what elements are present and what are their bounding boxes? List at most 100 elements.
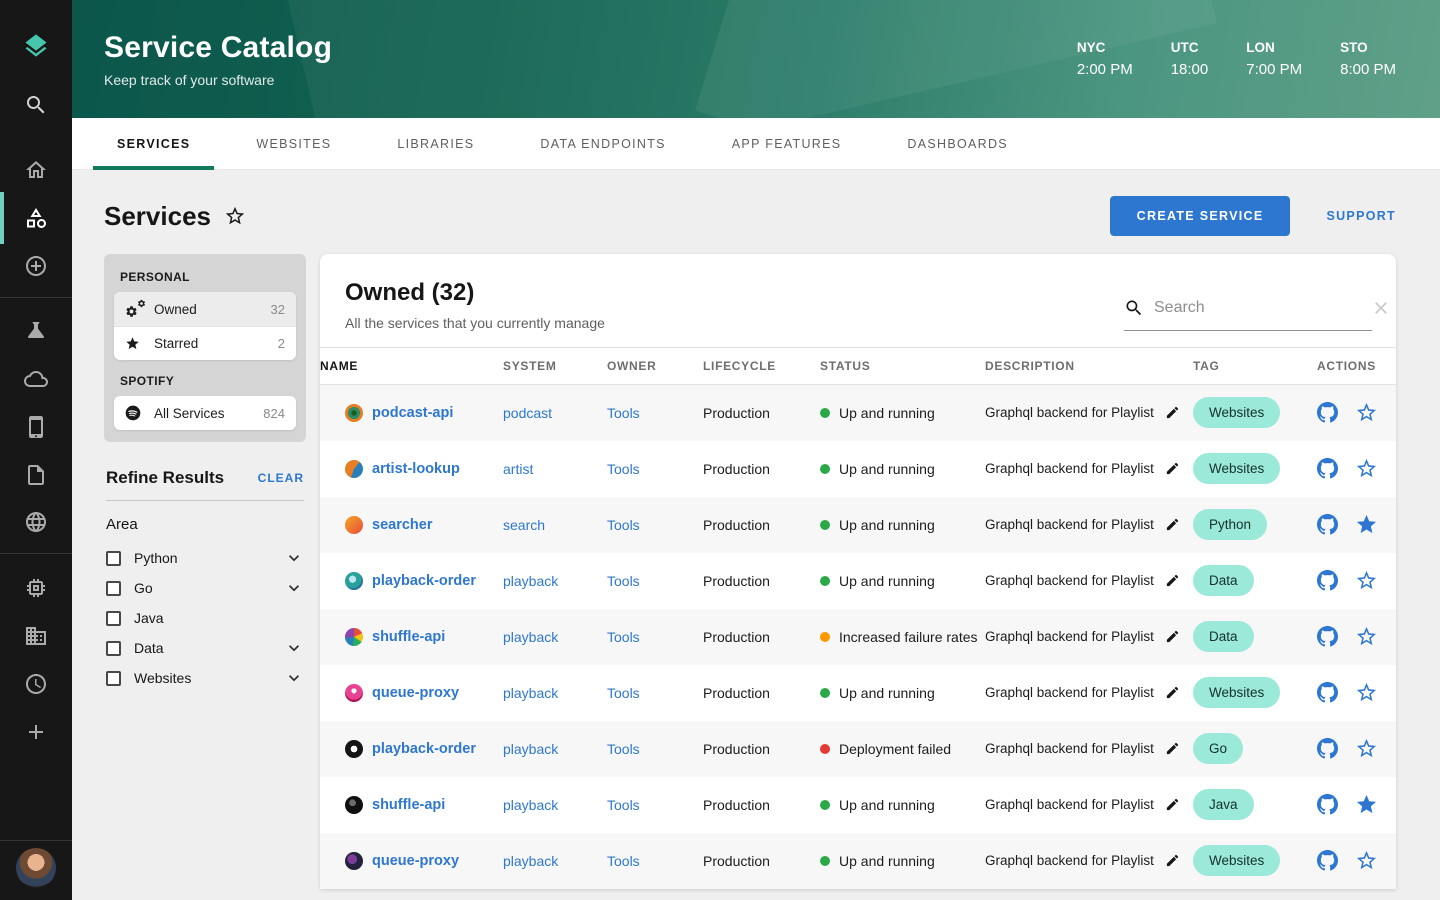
cloud-icon[interactable] [24,367,48,391]
checkbox[interactable] [106,610,121,626]
star-outline-icon[interactable] [1355,569,1378,592]
github-icon[interactable] [1317,850,1338,871]
github-icon[interactable] [1317,570,1338,591]
filter-starred[interactable]: Starred 2 [114,326,296,360]
catalog-icon[interactable] [24,206,48,230]
document-icon[interactable] [24,463,48,487]
edit-description-icon[interactable] [1165,461,1180,476]
star-outline-icon[interactable] [1355,737,1378,760]
building-icon[interactable] [24,624,48,648]
refine-results-title: Refine Results [106,468,225,487]
service-name-link[interactable]: playback-order [372,741,476,757]
service-avatar [345,515,363,534]
service-name-link[interactable]: podcast-api [372,405,453,421]
edit-description-icon[interactable] [1165,517,1180,532]
service-name-link[interactable]: shuffle-api [372,629,445,645]
area-option: Java [106,603,304,633]
globe-icon[interactable] [24,510,48,534]
tab[interactable]: DASHBOARDS [883,118,1032,170]
system-link[interactable]: playback [503,853,558,869]
tab[interactable]: APP FEATURES [708,118,866,170]
lifecycle-value: Production [703,796,770,813]
system-link[interactable]: playback [503,741,558,757]
owner-link[interactable]: Tools [607,629,640,645]
edit-description-icon[interactable] [1165,797,1180,812]
service-name-link[interactable]: playback-order [372,573,476,589]
chevron-down-icon[interactable] [284,668,304,688]
tab[interactable]: WEBSITES [232,118,355,170]
service-name-link[interactable]: shuffle-api [372,797,445,813]
system-link[interactable]: playback [503,797,558,813]
service-name-link[interactable]: searcher [372,517,432,533]
flask-icon[interactable] [24,318,48,342]
owner-link[interactable]: Tools [607,853,640,869]
favorite-page-star-icon[interactable] [224,205,246,227]
edit-description-icon[interactable] [1165,741,1180,756]
system-link[interactable]: podcast [503,405,552,421]
service-name-link[interactable]: queue-proxy [372,853,459,869]
github-icon[interactable] [1317,738,1338,759]
plus-icon[interactable] [24,720,48,744]
star-filled-icon[interactable] [1355,793,1378,816]
system-link[interactable]: playback [503,573,558,589]
create-service-button[interactable]: CREATE SERVICE [1109,196,1291,236]
search-input[interactable] [1154,298,1361,317]
checkbox[interactable] [106,640,121,656]
edit-description-icon[interactable] [1165,685,1180,700]
column-header: TAG [1193,347,1317,385]
star-outline-icon[interactable] [1355,401,1378,424]
owner-link[interactable]: Tools [607,461,640,477]
star-outline-icon[interactable] [1355,457,1378,480]
chevron-down-icon[interactable] [284,548,304,568]
tab[interactable]: SERVICES [93,118,215,170]
owner-link[interactable]: Tools [607,405,640,421]
chevron-down-icon[interactable] [284,578,304,598]
system-link[interactable]: playback [503,685,558,701]
user-avatar[interactable] [16,848,56,888]
filter-all-services[interactable]: All Services 824 [114,396,296,430]
search-icon[interactable] [24,93,48,117]
star-filled-icon[interactable] [1355,513,1378,536]
checkbox[interactable] [106,670,121,686]
github-icon[interactable] [1317,514,1338,535]
edit-description-icon[interactable] [1165,629,1180,644]
system-link[interactable]: playback [503,629,558,645]
clear-search-icon[interactable] [1371,298,1391,318]
star-outline-icon[interactable] [1355,681,1378,704]
chip-icon[interactable] [24,576,48,600]
star-outline-icon[interactable] [1355,625,1378,648]
system-link[interactable]: search [503,517,545,533]
edit-description-icon[interactable] [1165,853,1180,868]
service-avatar [345,459,363,478]
github-icon[interactable] [1317,458,1338,479]
filter-owned[interactable]: Owned 32 [114,292,296,326]
checkbox[interactable] [106,550,121,566]
owner-link[interactable]: Tools [607,573,640,589]
home-icon[interactable] [24,158,48,182]
github-icon[interactable] [1317,682,1338,703]
owner-link[interactable]: Tools [607,741,640,757]
github-icon[interactable] [1317,402,1338,423]
tab[interactable]: LIBRARIES [373,118,498,170]
github-icon[interactable] [1317,626,1338,647]
owner-link[interactable]: Tools [607,517,640,533]
service-name-link[interactable]: queue-proxy [372,685,459,701]
clear-filters-link[interactable]: CLEAR [258,471,304,485]
backstage-logo-icon[interactable] [22,32,50,60]
edit-description-icon[interactable] [1165,573,1180,588]
checkbox[interactable] [106,580,121,596]
edit-description-icon[interactable] [1165,405,1180,420]
service-name-link[interactable]: artist-lookup [372,461,460,477]
github-icon[interactable] [1317,794,1338,815]
system-link[interactable]: artist [503,461,533,477]
star-outline-icon[interactable] [1355,849,1378,872]
add-circle-icon[interactable] [24,254,48,278]
tab[interactable]: DATA ENDPOINTS [516,118,689,170]
clock-icon[interactable] [24,672,48,696]
owner-link[interactable]: Tools [607,685,640,701]
support-link[interactable]: SUPPORT [1326,209,1396,223]
description-text: Graphql backend for Playlist [985,405,1154,421]
smartphone-icon[interactable] [24,415,48,439]
owner-link[interactable]: Tools [607,797,640,813]
chevron-down-icon[interactable] [284,638,304,658]
